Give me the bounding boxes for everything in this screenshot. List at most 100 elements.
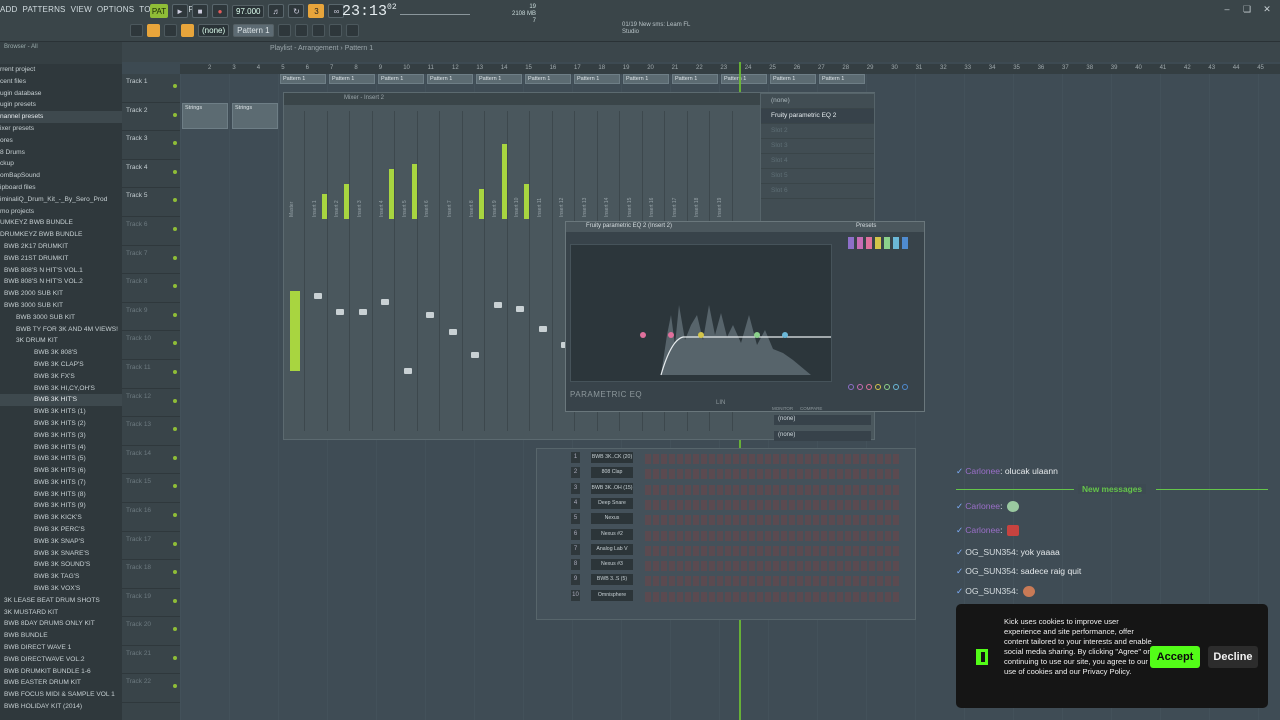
browser-item[interactable]: cent files <box>0 76 122 88</box>
channel-row[interactable]: 1 BWB 3K..CK (20) <box>537 452 917 467</box>
pattern-clip[interactable]: Pattern 1 <box>623 74 669 84</box>
eq-band-knob[interactable] <box>893 384 899 390</box>
browser-item[interactable]: ugin presets <box>0 99 122 111</box>
channel-name-button[interactable]: Deep Snare <box>591 497 633 509</box>
browser-item[interactable]: BWB 3000 SUB KIT <box>0 300 122 312</box>
channel-number[interactable]: 2 <box>571 467 580 479</box>
pattern-clip[interactable]: Pattern 1 <box>819 74 865 84</box>
channel-number[interactable]: 8 <box>571 559 580 571</box>
channel-rack-icon[interactable] <box>328 24 342 37</box>
snap-select[interactable]: (none) <box>198 24 230 37</box>
track-header[interactable]: Track 2 <box>122 103 180 132</box>
step-sequencer-row[interactable] <box>645 561 901 572</box>
step-sequencer-row[interactable] <box>645 530 901 541</box>
browser-item[interactable]: ixer presets <box>0 123 122 135</box>
chat-username[interactable]: OG_SUN354 <box>965 547 1016 557</box>
step-sequencer-row[interactable] <box>645 545 901 556</box>
channel-name-button[interactable]: Nexus #3 <box>591 559 633 571</box>
channel-row[interactable]: 10 Omnisphere <box>537 589 917 605</box>
channel-number[interactable]: 6 <box>571 528 580 540</box>
browser-item[interactable]: omBapSound <box>0 170 122 182</box>
track-mute-led[interactable] <box>173 312 177 317</box>
insert-slot-1[interactable]: Fruity parametric EQ 2 <box>761 109 874 124</box>
channel-row[interactable]: 3 BWB 3K..OH (15) <box>537 482 917 498</box>
browser-item[interactable]: BWB 3K HITS (3) <box>0 430 122 442</box>
mixer-strip[interactable]: Insert 3 <box>354 111 373 431</box>
step-sequencer-row[interactable] <box>645 515 901 526</box>
mixer-strip[interactable]: Insert 2 <box>331 111 350 431</box>
browser-item[interactable]: BWB 3K HITS (1) <box>0 406 122 418</box>
track-mute-led[interactable] <box>173 655 177 660</box>
track-header[interactable]: Track 22 <box>122 674 180 704</box>
track-mute-led[interactable] <box>173 284 177 289</box>
eq-band-knob[interactable] <box>857 384 863 390</box>
insert-slot-4[interactable]: Slot 4 <box>761 154 874 169</box>
browser-item[interactable]: BWB 3K KICK'S <box>0 512 122 524</box>
step-sequencer-row[interactable] <box>645 469 901 480</box>
browser-item[interactable]: DRUMKEYZ BWB BUNDLE <box>0 229 122 241</box>
browser-item[interactable]: BWB 3K HITS (9) <box>0 500 122 512</box>
track-header[interactable]: Track 13 <box>122 417 180 446</box>
eq-frequency-graph[interactable] <box>570 244 832 382</box>
step-sequencer-row[interactable] <box>645 591 901 602</box>
eq-band-knob[interactable] <box>866 384 872 390</box>
track-header[interactable]: Track 1 <box>122 74 180 103</box>
channel-number[interactable]: 10 <box>571 589 580 601</box>
step-sequencer-row[interactable] <box>645 499 901 510</box>
browser-item[interactable]: BWB DIRECTWAVE VOL.2 <box>0 654 122 666</box>
eq-band-selector[interactable] <box>848 237 854 249</box>
time-display[interactable]: 23:1302 <box>342 3 397 20</box>
mixer-strip[interactable]: Insert 4 <box>376 111 395 431</box>
channel-row[interactable]: 2 808 Clap <box>537 467 917 482</box>
track-mute-led[interactable] <box>173 541 177 546</box>
track-mute-led[interactable] <box>173 226 177 231</box>
track-mute-led[interactable] <box>173 141 177 146</box>
track-header[interactable]: Track 17 <box>122 532 180 561</box>
volume-fader[interactable] <box>336 309 344 315</box>
volume-fader[interactable] <box>358 309 367 315</box>
pattern-select[interactable]: Pattern 1 <box>233 24 274 37</box>
channel-row[interactable]: 7 Analog Lab V <box>537 543 917 559</box>
eq-band-selector[interactable] <box>884 237 890 249</box>
browser-item[interactable]: BWB 3K HI,CY,OH'S <box>0 383 122 395</box>
menu-patterns[interactable]: PATTERNS <box>23 5 66 14</box>
track-mute-led[interactable] <box>173 398 177 403</box>
channel-name-button[interactable]: Nexus <box>591 513 633 525</box>
mixer-strip[interactable]: Insert 7 <box>444 111 463 431</box>
draw-tool-icon[interactable] <box>147 24 160 37</box>
mixer-strip[interactable]: Insert 1 <box>309 111 328 431</box>
play-button[interactable]: ► <box>172 4 188 18</box>
mixer-strip[interactable]: Insert 9 <box>489 111 508 431</box>
insert-slot-2[interactable]: Slot 2 <box>761 124 874 139</box>
track-header[interactable]: Track 4 <box>122 160 180 189</box>
track-header[interactable]: Track 18 <box>122 560 180 589</box>
insert-input-select[interactable]: (none) <box>761 94 874 109</box>
pattern-song-toggle[interactable]: PAT <box>150 4 168 18</box>
browser-item[interactable]: BWB DIRECT WAVE 1 <box>0 642 122 654</box>
volume-fader[interactable] <box>471 351 479 358</box>
track-mute-led[interactable] <box>173 255 177 260</box>
step-sequencer-row[interactable] <box>645 576 901 587</box>
eq-band-selector[interactable] <box>875 237 881 249</box>
browser-item[interactable]: BWB 3K CLAP'S <box>0 359 122 371</box>
channel-number[interactable]: 3 <box>571 482 580 494</box>
browser-item[interactable]: BWB 3K HITS (5) <box>0 453 122 465</box>
browser-item[interactable]: BWB 8DAY DRUMS ONLY KIT <box>0 618 122 630</box>
track-header[interactable]: Track 20 <box>122 617 180 646</box>
browser-item[interactable]: BWB 3K SNARE'S <box>0 548 122 560</box>
menu-view[interactable]: VIEW <box>71 5 92 14</box>
channel-row[interactable]: 5 Nexus <box>537 513 917 528</box>
browser-item[interactable]: BWB 3K SNAP'S <box>0 536 122 548</box>
eq-band-selector[interactable] <box>902 237 908 249</box>
volume-fader[interactable] <box>403 368 412 375</box>
eq-band-selector[interactable] <box>893 237 899 249</box>
close-icon[interactable]: ✕ <box>1260 4 1274 16</box>
slice-tool-icon[interactable] <box>181 24 194 37</box>
mixer-strip[interactable]: Insert 11 <box>534 111 553 431</box>
minimize-icon[interactable]: – <box>1220 4 1234 16</box>
insert-output-select-1[interactable]: (none) <box>774 415 871 425</box>
mixer-strip[interactable]: Insert 8 <box>466 111 485 431</box>
volume-fader[interactable] <box>538 325 547 332</box>
insert-slot-6[interactable]: Slot 6 <box>761 184 874 199</box>
browser-item[interactable]: ipboard files <box>0 182 122 194</box>
